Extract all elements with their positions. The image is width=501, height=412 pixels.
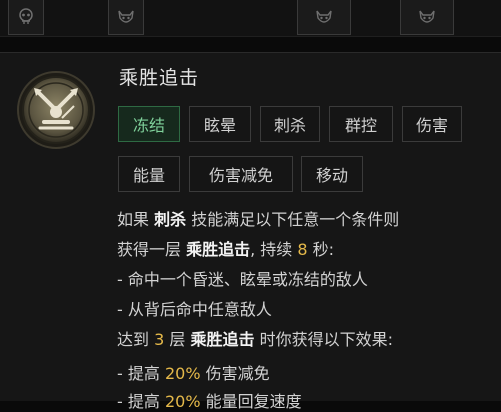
duration-value: 8 — [297, 240, 308, 259]
skill-title: 乘胜追击 — [119, 67, 200, 89]
skill-slot-2[interactable] — [108, 0, 144, 35]
demon-face-icon — [118, 10, 134, 23]
tag-assassinate[interactable]: 刺杀 — [260, 106, 320, 142]
desc-line-5: 达到 3 层 乘胜追击 时你获得以下效果: — [117, 330, 393, 349]
keyword-momentum-2: 乘胜追击 — [190, 330, 255, 349]
tag-freeze[interactable]: 冻结 — [118, 106, 180, 142]
damage-reduction-value: 20% — [164, 364, 201, 383]
keyword-momentum: 乘胜追击 — [186, 240, 251, 259]
tag-damage-reduction[interactable]: 伤害减免 — [189, 156, 293, 192]
skill-slot-4[interactable] — [400, 0, 454, 35]
desc-line-2: 获得一层 乘胜追击, 持续 8 秒: — [117, 240, 335, 259]
demon-face-icon — [419, 10, 435, 23]
skill-bar — [0, 0, 501, 37]
desc-line-3: - 命中一个昏迷、眩晕或冻结的敌人 — [117, 270, 368, 289]
skill-slot-1[interactable] — [8, 0, 44, 35]
skull-icon — [19, 8, 33, 24]
desc-line-1: 如果 刺杀 技能满足以下任意一个条件则 — [117, 210, 400, 229]
crossed-daggers-emblem-icon — [17, 71, 95, 149]
tag-crowd-control[interactable]: 群控 — [329, 106, 393, 142]
keyword-assassinate: 刺杀 — [154, 210, 187, 229]
energy-regen-value: 20% — [164, 392, 201, 411]
demon-face-icon — [316, 10, 332, 23]
tag-movement[interactable]: 移动 — [301, 156, 363, 192]
stack-count: 3 — [154, 330, 165, 349]
tag-energy[interactable]: 能量 — [118, 156, 180, 192]
desc-line-7: - 提高 20% 能量回复速度 — [117, 392, 302, 411]
desc-line-4: - 从背后命中任意敌人 — [117, 300, 272, 319]
tag-damage[interactable]: 伤害 — [402, 106, 462, 142]
tag-stun[interactable]: 眩晕 — [189, 106, 251, 142]
desc-line-6: - 提高 20% 伤害减免 — [117, 364, 270, 383]
skill-slot-3[interactable] — [297, 0, 351, 35]
